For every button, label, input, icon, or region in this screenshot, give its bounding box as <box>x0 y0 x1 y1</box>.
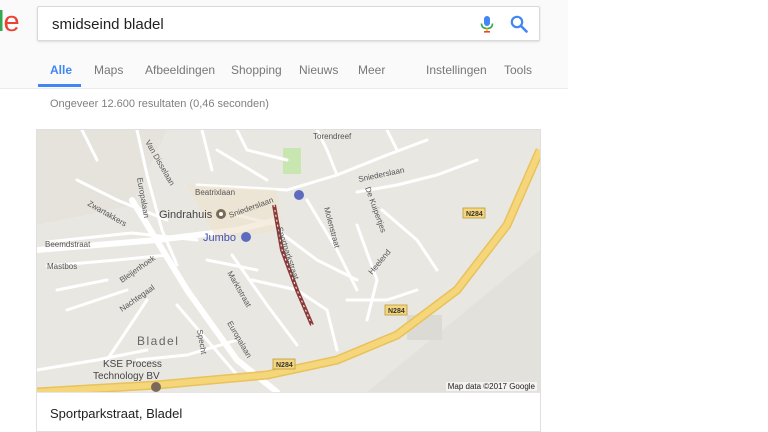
map-label-kse-line2: Technology BV <box>93 371 160 382</box>
search-tabs: Alle Maps Afbeeldingen Shopping Nieuws M… <box>0 59 568 89</box>
map-label-bladel: Bladel <box>137 334 179 348</box>
map-graphic: Torendreef Van Disselaan Beatrixlaan Sni… <box>37 130 540 392</box>
result-stats: Ongeveer 12.600 resultaten (0,46 seconde… <box>50 98 269 110</box>
logo-letter-e: e <box>3 6 19 38</box>
map-label-beatrixlaan: Beatrixlaan <box>195 188 235 197</box>
map-card[interactable]: Torendreef Van Disselaan Beatrixlaan Sni… <box>36 129 541 432</box>
card-divider <box>37 392 540 393</box>
tab-images[interactable]: Afbeeldingen <box>145 63 215 77</box>
map-label-kse-line1: KSE Process <box>103 359 162 370</box>
tab-shopping[interactable]: Shopping <box>231 63 282 77</box>
tab-more[interactable]: Meer <box>358 63 385 77</box>
tab-news[interactable]: Nieuws <box>299 63 338 77</box>
tab-maps[interactable]: Maps <box>94 63 123 77</box>
search-icon[interactable] <box>510 15 528 33</box>
tab-all[interactable]: Alle <box>50 63 72 77</box>
tab-settings[interactable]: Instellingen <box>426 63 487 77</box>
search-box <box>37 6 540 42</box>
map-label-mastbos: Mastbos <box>47 262 77 271</box>
active-tab-indicator <box>38 84 81 87</box>
google-logo[interactable]: le <box>0 6 20 39</box>
tab-tools[interactable]: Tools <box>504 63 532 77</box>
map-label-gindrahuis: Gindrahuis <box>159 209 213 221</box>
map-shield-n284-mid: N284 <box>388 308 405 315</box>
map-shield-n284-top: N284 <box>466 211 483 218</box>
map-label-jumbo: Jumbo <box>203 232 236 244</box>
map-label-beemdstraat: Beemdstraat <box>45 240 91 249</box>
result-title[interactable]: Sportparkstraat, Bladel <box>50 406 182 421</box>
map-attribution: Map data ©2017 Google <box>445 382 537 391</box>
search-input[interactable] <box>50 7 464 42</box>
map[interactable]: Torendreef Van Disselaan Beatrixlaan Sni… <box>37 130 540 392</box>
jumbo-marker[interactable] <box>241 232 251 242</box>
microphone-icon[interactable] <box>479 15 495 33</box>
map-shield-n284-bottom: N284 <box>276 362 293 369</box>
map-label-torendreef: Torendreef <box>313 132 352 141</box>
poi-marker[interactable] <box>294 190 304 200</box>
kse-marker[interactable] <box>151 382 161 392</box>
